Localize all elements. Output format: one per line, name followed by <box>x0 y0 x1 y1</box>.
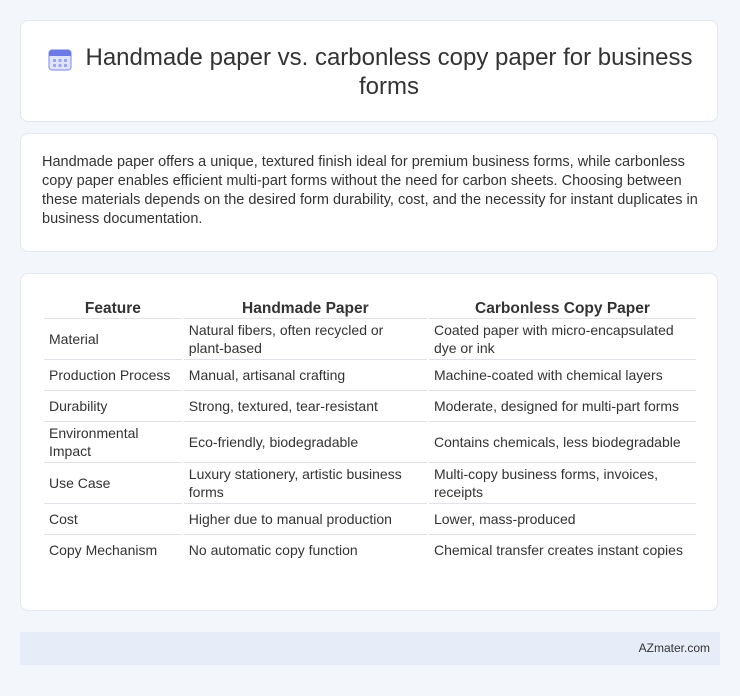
handmade-cell: Higher due to manual production <box>183 504 427 535</box>
footer-bar: AZmater.com <box>20 632 720 665</box>
handmade-cell: Natural fibers, often recycled or plant-… <box>183 319 427 360</box>
title-card: Handmade paper vs. carbonless copy paper… <box>20 20 718 122</box>
table-row: Use Case Luxury stationery, artistic bus… <box>44 463 696 504</box>
title-row: Handmade paper vs. carbonless copy paper… <box>47 43 705 101</box>
carbonless-cell: Machine-coated with chemical layers <box>428 360 696 391</box>
feature-cell: Copy Mechanism <box>49 542 158 558</box>
table-row: Environmental Impact Eco-friendly, biode… <box>44 422 696 463</box>
feature-cell: Cost <box>44 504 182 535</box>
carbonless-cell: Chemical transfer creates instant copies <box>433 542 683 558</box>
column-header-carbonless: Carbonless Copy Paper <box>428 294 696 319</box>
table-row: Material Natural fibers, often recycled … <box>44 319 696 360</box>
table-row: Cost Higher due to manual production Low… <box>44 504 696 535</box>
carbonless-cell: Contains chemicals, less biodegradable <box>428 422 696 463</box>
handmade-cell: Manual, artisanal crafting <box>183 360 427 391</box>
feature-cell: Material <box>44 319 182 360</box>
table-header-row: Feature Handmade Paper Carbonless Copy P… <box>44 294 696 319</box>
carbonless-cell: Moderate, designed for multi-part forms <box>428 391 696 422</box>
column-header-feature: Feature <box>44 294 182 319</box>
feature-cell: Durability <box>44 391 182 422</box>
table-row: Copy Mechanism No automatic copy functio… <box>44 535 696 565</box>
feature-cell: Environmental Impact <box>44 422 182 463</box>
handmade-cell: Strong, textured, tear-resistant <box>183 391 427 422</box>
carbonless-cell: Lower, mass-produced <box>428 504 696 535</box>
table-row: Production Process Manual, artisanal cra… <box>44 360 696 391</box>
table-row: Durability Strong, textured, tear-resist… <box>44 391 696 422</box>
column-header-handmade: Handmade Paper <box>183 294 427 319</box>
handmade-cell: No automatic copy function <box>188 542 358 558</box>
page-title: Handmade paper vs. carbonless copy paper… <box>85 44 693 100</box>
comparison-card: Feature Handmade Paper Carbonless Copy P… <box>20 273 718 611</box>
handmade-cell: Eco-friendly, biodegradable <box>183 422 427 463</box>
carbonless-cell: Coated paper with micro-encapsulated dye… <box>428 319 696 360</box>
carbonless-cell: Multi-copy business forms, invoices, rec… <box>428 463 696 504</box>
comparison-table: Feature Handmade Paper Carbonless Copy P… <box>42 294 698 565</box>
intro-paragraph: Handmade paper offers a unique, textured… <box>42 154 698 227</box>
feature-cell: Production Process <box>44 360 182 391</box>
feature-cell: Use Case <box>44 463 182 504</box>
handmade-cell: Luxury stationery, artistic business for… <box>183 463 427 504</box>
calendar-icon <box>48 49 72 71</box>
intro-card: Handmade paper offers a unique, textured… <box>20 133 718 252</box>
source-label: AZmater.com <box>638 641 710 655</box>
